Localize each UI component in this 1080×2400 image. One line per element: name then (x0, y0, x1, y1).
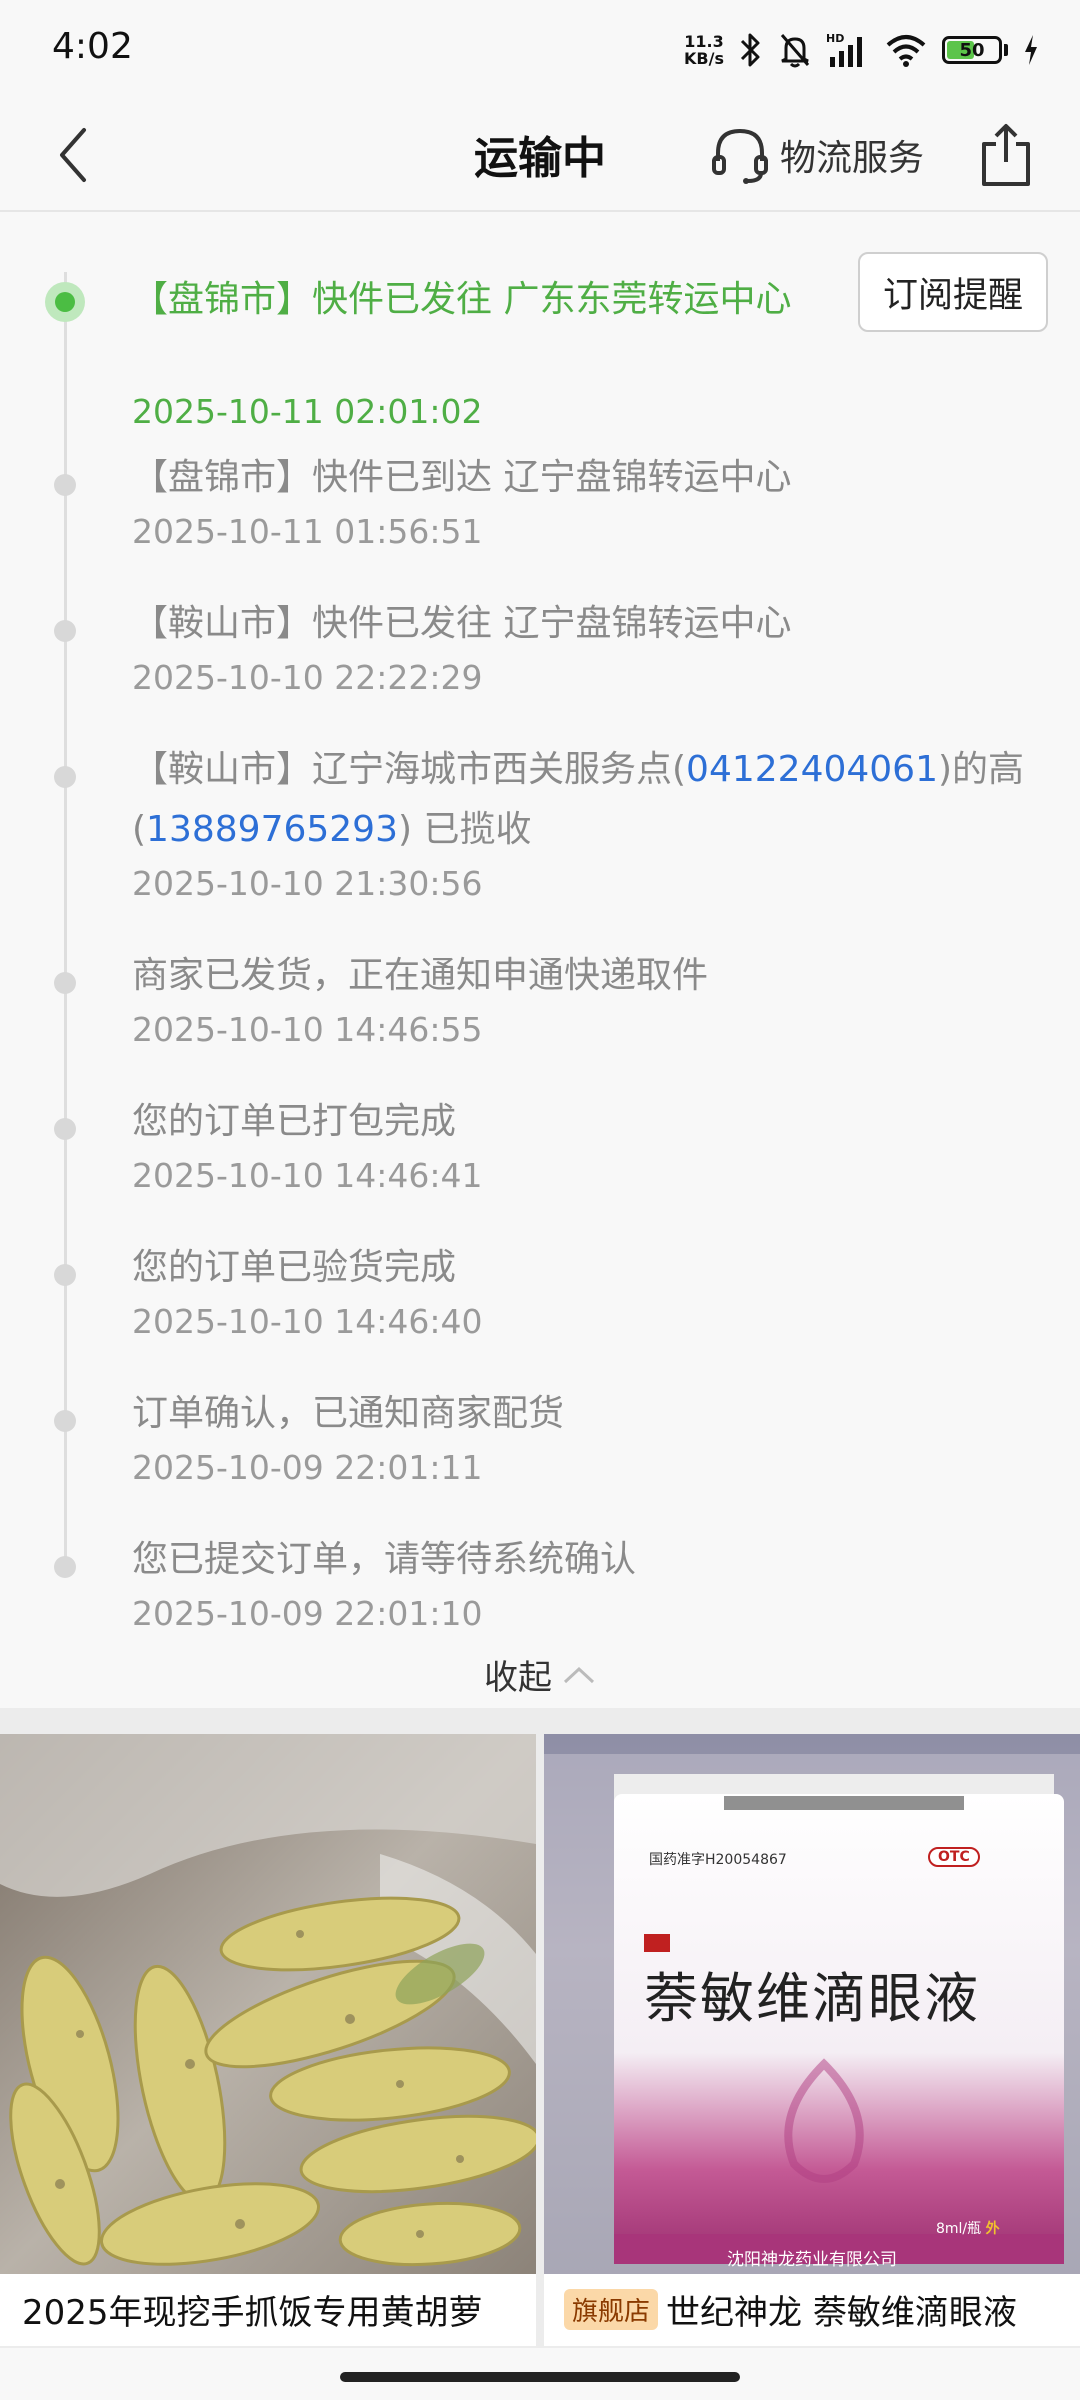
event-text: 【盘锦市】快件已发往 广东东莞转运中心 (132, 279, 792, 320)
timeline-dot (54, 1118, 76, 1140)
event-time: 2025-10-11 01:56:51 (132, 512, 483, 551)
home-indicator[interactable] (340, 2372, 740, 2382)
product-image-eye-drops: 国药准字H20054867 OTC 萘敏维滴眼液 8ml/瓶 外 沈阳神龙药业有… (544, 1734, 1080, 2274)
event-time: 2025-10-10 14:46:55 (132, 1010, 483, 1049)
timeline-dot (54, 474, 76, 496)
battery-icon: 50 (942, 36, 1002, 64)
back-button[interactable] (44, 120, 104, 190)
headset-icon (712, 128, 768, 184)
logistics-timeline: 【盘锦市】快件已发往 广东东莞转运中心 2025-10-11 02:01:02 … (0, 212, 1080, 1702)
event-time: 2025-10-10 14:46:41 (132, 1156, 483, 1195)
event-text: 您已提交订单，请等待系统确认 (132, 1539, 637, 1580)
network-speed: 11.3 KB/s (684, 33, 724, 67)
event-time: 2025-10-11 02:01:02 (132, 392, 483, 431)
event-text: 您的订单已验货完成 (132, 1247, 457, 1288)
subscribe-reminder-button[interactable]: 订阅提醒 (858, 252, 1048, 332)
timeline-line (64, 272, 67, 1572)
chevron-left-icon (60, 128, 86, 182)
mute-bell-icon (780, 34, 810, 68)
box-spec: 8ml/瓶 外 (936, 2218, 1000, 2238)
logistics-service-label: 物流服务 (780, 138, 925, 179)
share-icon (982, 124, 1030, 186)
box-external-use-mark: 外 (985, 2221, 1000, 2237)
product-image-carrots (0, 1734, 536, 2274)
event-text: 【鞍山市】快件已发往 辽宁盘锦转运中心 (132, 603, 792, 644)
signal-icon: HD (826, 32, 862, 67)
box-volume: 8ml/瓶 (936, 2221, 982, 2237)
network-speed-value: 11.3 (684, 32, 724, 51)
box-product-name: 萘敏维滴眼液 (644, 1967, 980, 2030)
share-button[interactable] (976, 118, 1036, 192)
status-icons: 11.3 KB/s HD 50 (684, 28, 1040, 72)
event-time: 2025-10-10 21:30:56 (132, 864, 483, 903)
product-title-text: 世纪神龙 萘敏维滴眼液 (666, 2292, 1017, 2333)
box-manufacturer: 沈阳神龙药业有限公司 (727, 2250, 897, 2270)
box-otc-mark: OTC (928, 1847, 980, 1867)
recommendation-feed: 2025年现挖手抓饭专用黄胡萝 国药准字H20054867 OTC 萘敏维滴眼液… (0, 1708, 1080, 2348)
current-status-dot (45, 282, 85, 322)
timeline-dot (54, 1264, 76, 1286)
service-point-phone-link[interactable]: 04122404061 (686, 749, 938, 790)
status-time: 4:02 (52, 26, 133, 67)
product-title: 旗舰店 世纪神龙 萘敏维滴眼液 (564, 2282, 1072, 2336)
event-text-prefix: 【鞍山市】辽宁海城市西关服务点( (132, 749, 687, 790)
logistics-service-button[interactable]: 物流服务 (708, 118, 924, 192)
product-title-text: 2025年现挖手抓饭专用黄胡萝 (22, 2292, 483, 2333)
event-time: 2025-10-10 14:46:40 (132, 1302, 483, 1341)
timeline-dot (54, 620, 76, 642)
status-bar: 4:02 11.3 KB/s HD 50 (0, 0, 1080, 100)
event-time: 2025-10-09 22:01:11 (132, 1448, 483, 1487)
wifi-icon (886, 35, 926, 67)
event-time: 2025-10-10 22:22:29 (132, 658, 483, 697)
product-card[interactable]: 国药准字H20054867 OTC 萘敏维滴眼液 8ml/瓶 外 沈阳神龙药业有… (544, 1734, 1080, 2346)
bluetooth-icon (740, 33, 760, 67)
chevron-up-icon (563, 1666, 595, 1683)
battery-level-text: 50 (959, 39, 985, 61)
product-card[interactable]: 2025年现挖手抓饭专用黄胡萝 (0, 1734, 536, 2346)
network-speed-unit: KB/s (684, 49, 724, 68)
timeline-dot (54, 1556, 76, 1578)
nav-bar: 运输中 物流服务 (0, 100, 1080, 212)
battery-cap (1004, 44, 1008, 56)
timeline-dot (54, 1410, 76, 1432)
timeline-dot (54, 766, 76, 788)
charging-icon (1025, 35, 1037, 65)
event-text: 【盘锦市】快件已到达 辽宁盘锦转运中心 (132, 457, 792, 498)
svg-text:HD: HD (826, 32, 844, 45)
box-approval-number: 国药准字H20054867 (649, 1852, 787, 1868)
event-text: 订单确认，已通知商家配货 (132, 1393, 565, 1434)
event-time: 2025-10-09 22:01:10 (132, 1594, 483, 1633)
event-text: 【鞍山市】辽宁海城市西关服务点(04122404061)的高(138897652… (132, 740, 1032, 860)
collapse-label: 收起 (484, 1658, 552, 1698)
timeline-dot (54, 972, 76, 994)
event-text: 您的订单已打包完成 (132, 1101, 457, 1142)
event-text: 商家已发货，正在通知申通快递取件 (132, 955, 709, 996)
event-text-suffix: ) 已揽收 (398, 809, 532, 850)
flagship-store-badge: 旗舰店 (564, 2288, 659, 2330)
collapse-button[interactable]: 收起 (0, 1650, 1080, 1699)
product-title: 2025年现挖手抓饭专用黄胡萝 (22, 2282, 528, 2336)
courier-phone-link[interactable]: 13889765293 (146, 809, 398, 850)
